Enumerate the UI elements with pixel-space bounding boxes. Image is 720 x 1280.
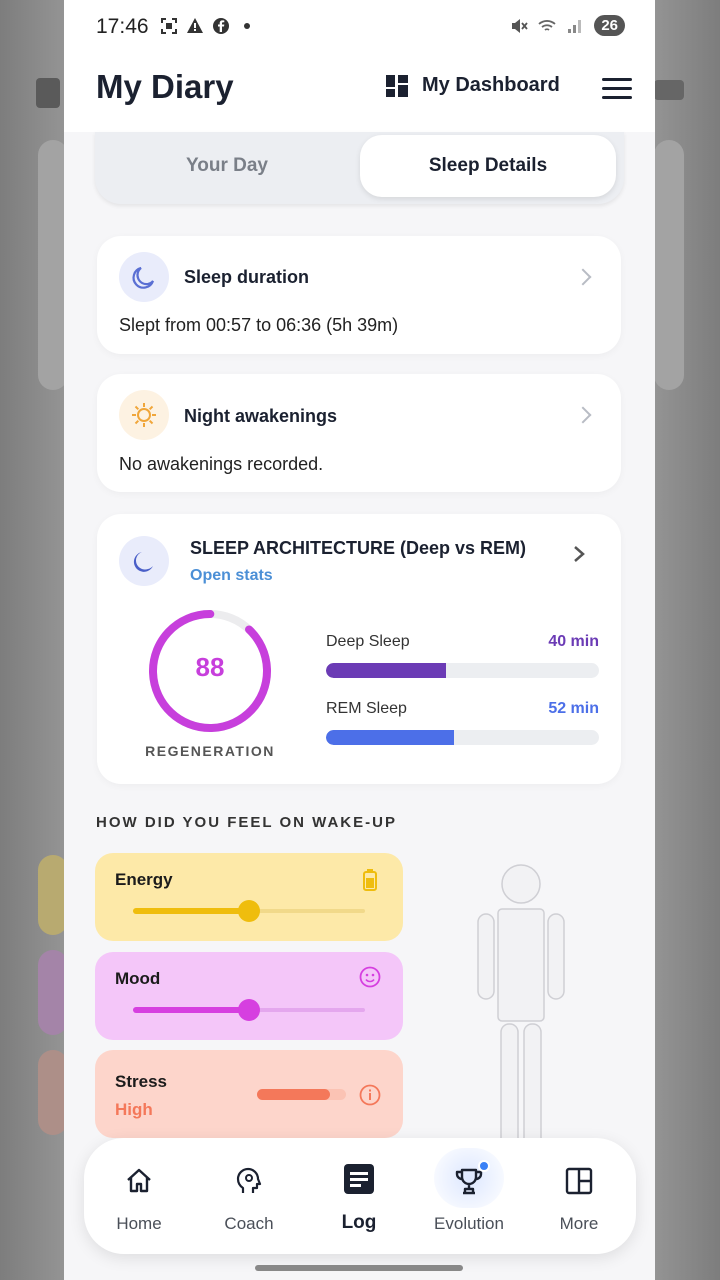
app-header: My Diary My Dashboard bbox=[64, 56, 655, 132]
sleep-architecture-card[interactable]: SLEEP ARCHITECTURE (Deep vs REM) Open st… bbox=[97, 514, 621, 784]
home-indicator[interactable] bbox=[255, 1265, 463, 1271]
battery-icon bbox=[363, 869, 377, 891]
tab-bar: Your Day Sleep Details bbox=[95, 132, 624, 204]
rem-sleep-bar bbox=[326, 730, 599, 745]
night-awakenings-title: Night awakenings bbox=[184, 406, 338, 426]
facebook-icon bbox=[213, 18, 229, 34]
background-right bbox=[654, 0, 720, 1280]
rem-sleep-value: 52 min bbox=[548, 700, 599, 717]
coach-head-icon bbox=[236, 1167, 262, 1193]
bottom-nav: Home Coach Log Evolution More bbox=[84, 1138, 636, 1254]
nav-coach[interactable]: Coach bbox=[194, 1138, 304, 1254]
evolution-badge bbox=[478, 1160, 490, 1172]
mood-slider-handle[interactable] bbox=[238, 999, 260, 1021]
deep-sleep-bar bbox=[326, 663, 599, 678]
nav-home-label: Home bbox=[116, 1214, 162, 1233]
deep-sleep-label: Deep Sleep bbox=[326, 633, 410, 650]
chevron-right-icon bbox=[574, 406, 592, 424]
sleep-duration-text: Slept from 00:57 to 06:36 (5h 39m) bbox=[119, 315, 399, 335]
night-awakenings-text: No awakenings recorded. bbox=[119, 454, 324, 474]
regeneration-score: 88 bbox=[195, 652, 225, 682]
nav-evolution-label: Evolution bbox=[434, 1214, 504, 1233]
nav-home[interactable]: Home bbox=[84, 1138, 194, 1254]
info-icon[interactable] bbox=[359, 1084, 381, 1106]
rem-sleep-label: REM Sleep bbox=[326, 700, 407, 717]
energy-slider-handle[interactable] bbox=[238, 900, 260, 922]
moon-filled-icon bbox=[119, 536, 169, 586]
sun-icon bbox=[119, 390, 169, 440]
night-awakenings-card[interactable]: Night awakenings No awakenings recorded. bbox=[97, 374, 621, 492]
sleep-duration-card[interactable]: Sleep duration Slept from 00:57 to 06:36… bbox=[97, 236, 621, 354]
dashboard-label: My Dashboard bbox=[422, 74, 560, 96]
warning-icon bbox=[187, 18, 203, 33]
screenshot-icon bbox=[161, 18, 177, 34]
more-grid-icon bbox=[565, 1167, 593, 1195]
status-bar: 17:46 26 bbox=[64, 0, 655, 56]
deep-sleep-value: 40 min bbox=[548, 633, 599, 650]
my-dashboard-button[interactable]: My Dashboard bbox=[386, 74, 560, 97]
nav-more-label: More bbox=[559, 1214, 599, 1233]
stress-value: High bbox=[115, 1100, 153, 1119]
sleep-duration-title: Sleep duration bbox=[184, 267, 310, 287]
home-icon bbox=[127, 1168, 151, 1193]
energy-label: Energy bbox=[115, 870, 173, 889]
sleep-architecture-title: SLEEP ARCHITECTURE (Deep vs REM) bbox=[190, 538, 527, 558]
nav-log-label: Log bbox=[341, 1212, 377, 1233]
nav-more[interactable]: More bbox=[524, 1138, 634, 1254]
mood-slider-fill bbox=[133, 1007, 249, 1013]
chevron-right-icon bbox=[574, 268, 592, 286]
mood-label: Mood bbox=[115, 969, 161, 988]
stress-bar bbox=[257, 1089, 346, 1100]
hamburger-menu-icon[interactable] bbox=[602, 78, 632, 100]
tab-your-day[interactable]: Your Day bbox=[95, 135, 359, 197]
nav-log[interactable]: Log bbox=[304, 1138, 414, 1254]
energy-card: Energy bbox=[95, 853, 403, 941]
energy-slider-fill bbox=[133, 908, 249, 914]
wifi-icon bbox=[538, 19, 556, 31]
tab-sleep-details[interactable]: Sleep Details bbox=[360, 135, 616, 197]
regeneration-label: REGENERATION bbox=[145, 743, 275, 759]
stress-label: Stress bbox=[115, 1072, 167, 1091]
nav-evolution[interactable]: Evolution bbox=[414, 1138, 524, 1254]
log-icon bbox=[344, 1164, 374, 1194]
stress-card: Stress High bbox=[95, 1050, 403, 1138]
status-time: 17:46 bbox=[96, 15, 149, 38]
dashboard-icon bbox=[386, 74, 408, 97]
mute-icon bbox=[512, 18, 529, 33]
mood-card: Mood bbox=[95, 952, 403, 1040]
body-silhouette[interactable] bbox=[469, 862, 579, 1162]
battery-level: 26 bbox=[594, 15, 625, 36]
smiley-icon bbox=[359, 966, 381, 988]
background-left bbox=[0, 0, 68, 1280]
wake-up-heading: HOW DID YOU FEEL ON WAKE-UP bbox=[96, 814, 397, 831]
app-screen: 17:46 26 My Diary My Dashboard Your Day … bbox=[64, 0, 655, 1280]
notification-dot-icon bbox=[244, 23, 250, 29]
moon-icon bbox=[119, 252, 169, 302]
open-stats-link[interactable]: Open stats bbox=[190, 567, 273, 585]
page-title: My Diary bbox=[96, 68, 234, 105]
chevron-right-icon[interactable] bbox=[572, 545, 586, 563]
signal-icon bbox=[568, 19, 582, 33]
nav-coach-label: Coach bbox=[224, 1214, 274, 1233]
